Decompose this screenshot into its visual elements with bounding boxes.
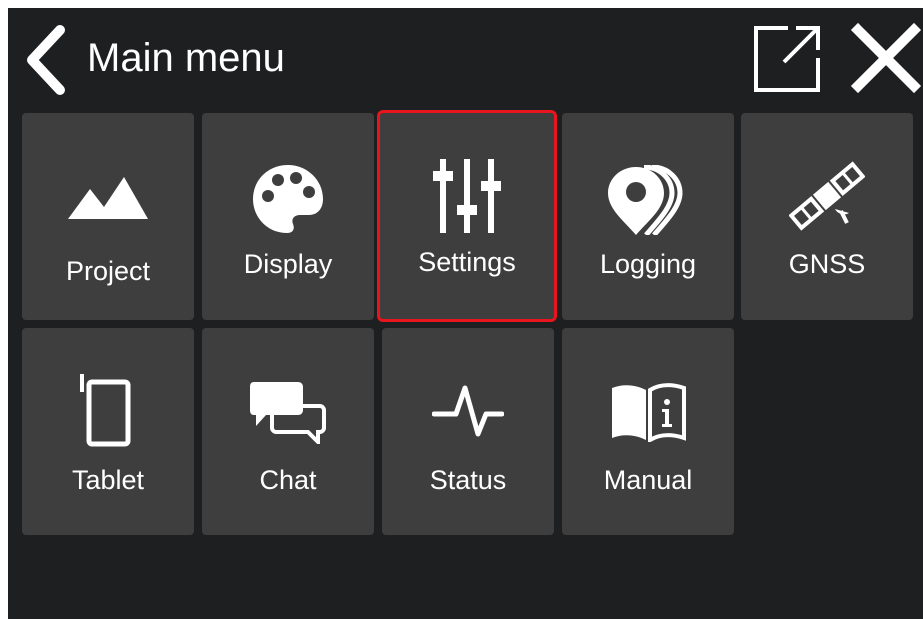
chevron-left-icon: [27, 25, 65, 95]
sliders-icon: [433, 159, 501, 233]
tile-label: Logging: [599, 249, 697, 279]
tile-label: Settings: [418, 247, 516, 277]
tile-settings[interactable]: Settings: [377, 110, 557, 322]
tile-label: Status: [429, 465, 507, 495]
tile-chat[interactable]: Chat: [202, 328, 374, 535]
manual-book-icon: [612, 383, 686, 442]
close-button[interactable]: [850, 22, 922, 94]
back-button[interactable]: [22, 24, 70, 96]
popout-button[interactable]: [752, 22, 824, 94]
tile-label: Project: [65, 256, 151, 286]
pulse-icon: [432, 385, 504, 437]
main-menu-screen: Main menu Project Display Settings Loggi…: [8, 8, 923, 619]
close-icon: [850, 22, 922, 94]
tile-display[interactable]: Display: [202, 113, 374, 320]
tile-gnss[interactable]: GNSS: [741, 113, 913, 320]
page-title: Main menu: [87, 36, 285, 80]
tile-logging[interactable]: Logging: [562, 113, 734, 320]
open-external-icon: [754, 26, 820, 92]
tile-label: Manual: [603, 465, 693, 495]
map-pins-icon: [608, 165, 683, 235]
tile-status[interactable]: Status: [382, 328, 554, 535]
tile-label: GNSS: [788, 249, 866, 279]
tile-manual[interactable]: Manual: [562, 328, 734, 535]
palette-icon: [253, 165, 323, 233]
mountains-icon: [68, 177, 148, 219]
tile-label: Display: [243, 249, 333, 279]
tile-tablet[interactable]: Tablet: [22, 328, 194, 535]
tile-label: Tablet: [71, 465, 145, 495]
satellite-icon: [789, 161, 865, 231]
header-bar: Main menu: [8, 8, 923, 111]
tablet-icon: [80, 374, 131, 447]
chat-bubbles-icon: [250, 382, 326, 444]
tile-label: Chat: [259, 465, 317, 495]
tile-project[interactable]: Project: [22, 113, 194, 320]
